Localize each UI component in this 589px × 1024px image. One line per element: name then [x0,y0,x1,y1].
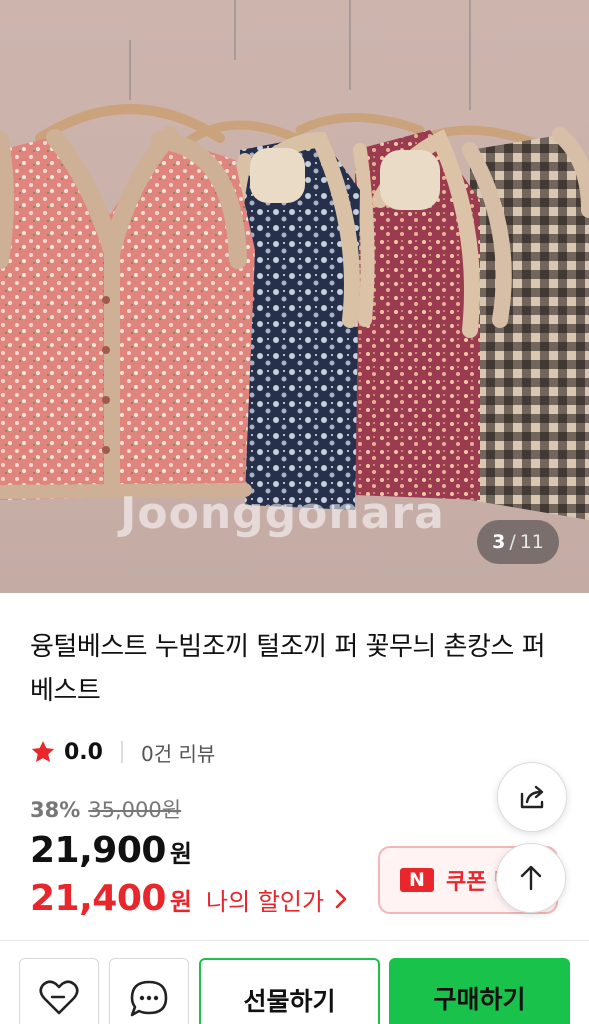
my-discount-label: 나의 할인가 [206,888,325,916]
chat-icon [130,980,168,1017]
wishlist-button[interactable] [19,958,99,1024]
chevron-right-icon [335,889,347,908]
image-index-separator: / [509,531,516,553]
rating-value: 0.0 [64,739,103,765]
rating-row: 0.0 0건 리뷰 [30,736,215,768]
image-page-indicator: 3 / 11 [477,520,559,564]
chat-button[interactable] [109,958,189,1024]
scroll-to-top-button[interactable] [496,843,566,913]
buy-button[interactable]: 구매하기 [389,958,570,1024]
naver-logo-icon: N [400,868,434,892]
heart-icon [39,980,79,1015]
bottom-action-bar: 선물하기 구매하기 [0,958,589,1024]
original-price: 35,000원 [88,798,182,822]
watermark: Joonggonara [120,488,445,539]
my-discount-price-unit: 원 [169,888,193,916]
total-image-count: 11 [519,531,544,553]
sale-price-unit: 원 [169,840,193,868]
discount-rate: 38% [30,798,81,822]
current-image-index: 3 [492,531,506,553]
price-row: 21,900 원 [30,830,192,871]
discount-row: 38% 35,000원 [30,794,181,824]
product-page: Joonggonara 3 / 11 융털베스트 누빔조끼 털조끼 퍼 꽃무늬 … [0,0,589,1024]
bottom-divider [0,940,589,941]
review-count-link[interactable]: 0건 리뷰 [141,738,215,767]
share-icon [520,785,544,809]
rating-divider [120,741,123,763]
product-title: 융털베스트 누빔조끼 털조끼 퍼 꽃무늬 촌캉스 퍼베스트 [30,632,546,706]
share-button[interactable] [497,762,567,832]
my-discount-price: 21,400 [30,878,166,919]
product-image-gallery[interactable]: Joonggonara 3 / 11 [0,0,589,593]
my-discount-price-link[interactable]: 21,400 원 나의 할인가 [30,878,348,919]
star-icon [31,740,55,762]
gift-button[interactable]: 선물하기 [199,958,380,1024]
sale-price: 21,900 [30,830,166,871]
arrow-up-icon [520,865,542,891]
